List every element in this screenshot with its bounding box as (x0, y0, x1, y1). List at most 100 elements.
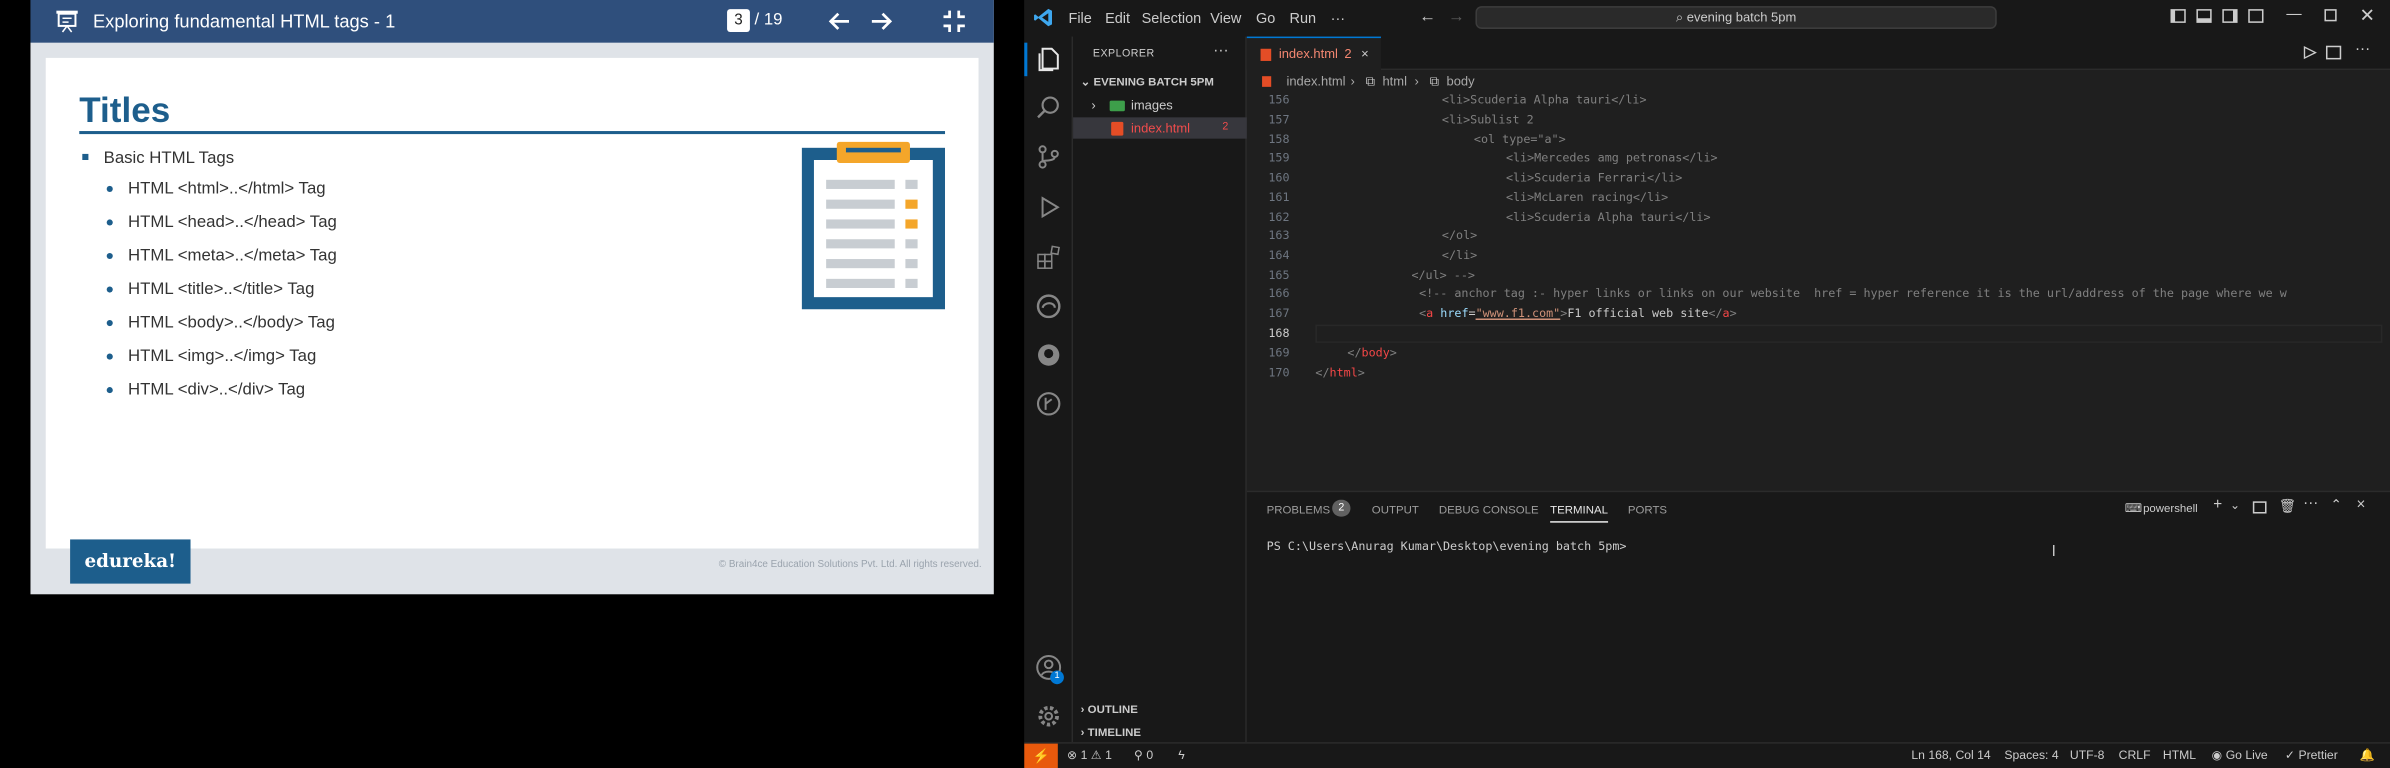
page-number-input[interactable]: 3 (727, 9, 750, 33)
split-terminal-icon[interactable] (2252, 501, 2267, 514)
active-indicator (1024, 42, 1028, 77)
tab-terminal[interactable]: TERMINAL (1550, 503, 1608, 523)
line-ending[interactable]: CRLF (2119, 748, 2151, 762)
restore-icon[interactable] (2324, 9, 2337, 22)
toggle-secondary-sidebar-icon[interactable] (2222, 9, 2238, 23)
bell-icon[interactable]: 🔔 (2360, 748, 2375, 762)
timeline-section[interactable]: › TIMELINE (1081, 725, 1141, 739)
terminal-shell-label[interactable]: powershell (2143, 501, 2198, 515)
close-window-icon[interactable]: ✕ (2360, 5, 2375, 26)
more-actions-icon[interactable]: ··· (2303, 495, 2318, 512)
title-bar: File Edit Selection View Go Run ··· ← → … (1024, 0, 2390, 37)
menu-run[interactable]: Run (1290, 11, 1317, 28)
breadcrumb-item[interactable]: index.html (1286, 70, 1345, 91)
code-line: </ul> --> (1411, 268, 1475, 282)
menu-view[interactable]: View (1210, 11, 1241, 28)
close-tab-icon[interactable]: × (1361, 38, 1369, 70)
clipboard-checklist-icon (801, 141, 946, 310)
explorer-files-icon[interactable] (1035, 46, 1062, 73)
slide-deck-title: Exploring fundamental HTML tags - 1 (92, 10, 396, 32)
chevron-down-icon[interactable]: ⌄ (2230, 498, 2240, 512)
ports-status[interactable]: ⚲ 0 (1134, 748, 1153, 762)
slide-title: Titles (79, 89, 171, 130)
gear-icon[interactable] (1035, 702, 1062, 729)
menu-go[interactable]: Go (1256, 11, 1275, 28)
bullet-dot-icon (106, 387, 113, 394)
run-icon[interactable] (2303, 45, 2317, 60)
menu-edit[interactable]: Edit (1105, 11, 1130, 28)
presentation-icon (56, 10, 78, 33)
status-bar: ⚡ ⊗ 1 ⚠ 1 ⚲ 0 ϟ Ln 168, Col 14 Spaces: 4… (1024, 742, 2390, 768)
more-actions-icon[interactable]: ··· (2355, 41, 2370, 58)
problems-badge: 2 (1332, 499, 1351, 517)
code-line: <li>Mercedes amg petronas</li> (1505, 150, 1718, 165)
line-number: 165 (1268, 268, 1290, 282)
tab-ports[interactable]: PORTS (1628, 503, 1667, 517)
customize-layout-icon[interactable] (2248, 9, 2264, 23)
editor-tab-bar: index.html 2 × ··· (1246, 36, 2390, 71)
menu-file[interactable]: File (1068, 11, 1091, 28)
code-editor[interactable]: 156 157 158 159 160 161 162 163 164 165 … (1247, 91, 2390, 490)
source-control-icon[interactable] (1035, 143, 1062, 170)
bullet-dot-icon (106, 185, 113, 192)
toggle-sidebar-icon[interactable] (2170, 9, 2186, 23)
terminal-prompt[interactable]: PS C:\Users\Anurag Kumar\Desktop\evening… (1267, 539, 1627, 553)
code-line: <li>Scuderia Ferrari</li> (1505, 170, 1683, 185)
tab-debug-console[interactable]: DEBUG CONSOLE (1439, 503, 1539, 517)
line-number: 166 (1268, 286, 1290, 301)
line-number: 170 (1268, 365, 1290, 380)
forward-arrow-icon[interactable]: → (1448, 8, 1465, 26)
menu-selection[interactable]: Selection (1142, 11, 1202, 28)
breadcrumb-item[interactable]: body (1446, 70, 1474, 91)
errors-status[interactable]: ⊗ 1 ⚠ 1 (1067, 748, 1112, 762)
breadcrumb: index.html › ⧉ html › ⧉ body (1247, 70, 2390, 91)
remote-icon[interactable]: ⚡ (1024, 743, 1058, 768)
outline-section[interactable]: › OUTLINE (1081, 702, 1138, 716)
copyright-text: © Brain4ce Education Solutions Pvt. Ltd.… (718, 559, 982, 570)
bullet-dot-icon (106, 219, 113, 226)
edge-devtools-icon[interactable] (1035, 293, 1062, 320)
run-debug-icon[interactable] (1035, 194, 1062, 221)
language-mode[interactable]: HTML (2163, 748, 2196, 762)
page-total: / 19 (754, 10, 783, 29)
code-line: <li>Scuderia Alpha tauri</li> (1441, 92, 1647, 107)
tree-item-index-html[interactable]: index.html 2 (1073, 117, 1247, 139)
code-line: <li>McLaren racing</li> (1505, 190, 1669, 205)
minimize-icon[interactable]: — (2286, 6, 2301, 23)
search-icon: ⌕ (1675, 9, 1687, 25)
breadcrumb-separator: › (1350, 73, 1355, 89)
tab-index-html[interactable]: index.html 2 × (1246, 36, 1381, 71)
indentation[interactable]: Spaces: 4 (2004, 748, 2058, 762)
go-live-button[interactable]: ◉ Go Live (2212, 748, 2268, 762)
prettier-status[interactable]: ✓ Prettier (2285, 748, 2338, 762)
bottom-panel: PROBLEMS 2 OUTPUT DEBUG CONSOLE TERMINAL… (1246, 490, 2390, 743)
maximize-panel-icon[interactable]: ⌃ (2331, 497, 2343, 514)
tab-problems[interactable]: PROBLEMS (1267, 503, 1331, 517)
toggle-panel-icon[interactable] (2196, 9, 2212, 23)
encoding[interactable]: UTF-8 (2070, 748, 2105, 762)
exit-fullscreen-icon[interactable] (942, 9, 966, 33)
gitlens-icon[interactable] (1035, 390, 1062, 417)
cursor-position[interactable]: Ln 168, Col 14 (1911, 748, 1990, 762)
tab-output[interactable]: OUTPUT (1372, 503, 1419, 517)
back-arrow-icon[interactable]: ← (1419, 8, 1436, 26)
trash-icon[interactable]: 🗑 (2279, 498, 2296, 515)
breadcrumb-item[interactable]: html (1382, 70, 1406, 91)
menu-more[interactable]: ··· (1331, 11, 1345, 28)
bullet-dot-icon (106, 320, 113, 327)
github-icon[interactable] (1035, 341, 1062, 368)
more-actions-icon[interactable]: ··· (1213, 43, 1228, 60)
extensions-icon[interactable] (1035, 244, 1062, 271)
activity-bar: 1 (1024, 36, 1074, 743)
previous-slide-arrow-icon[interactable] (828, 9, 852, 33)
tree-item-images[interactable]: › images (1073, 94, 1247, 115)
search-icon[interactable] (1035, 94, 1062, 121)
sync-icon[interactable]: ϟ (1178, 748, 1184, 762)
next-slide-arrow-icon[interactable] (869, 9, 893, 33)
close-panel-icon[interactable]: × (2356, 497, 2365, 514)
element-icon: ⧉ (1429, 73, 1439, 89)
workspace-folder[interactable]: ⌄ EVENING BATCH 5PM (1081, 75, 1214, 89)
split-editor-icon[interactable] (2325, 45, 2342, 60)
command-center-search[interactable]: ⌕ evening batch 5pm (1475, 6, 1997, 29)
new-terminal-icon[interactable]: + (2213, 497, 2222, 514)
